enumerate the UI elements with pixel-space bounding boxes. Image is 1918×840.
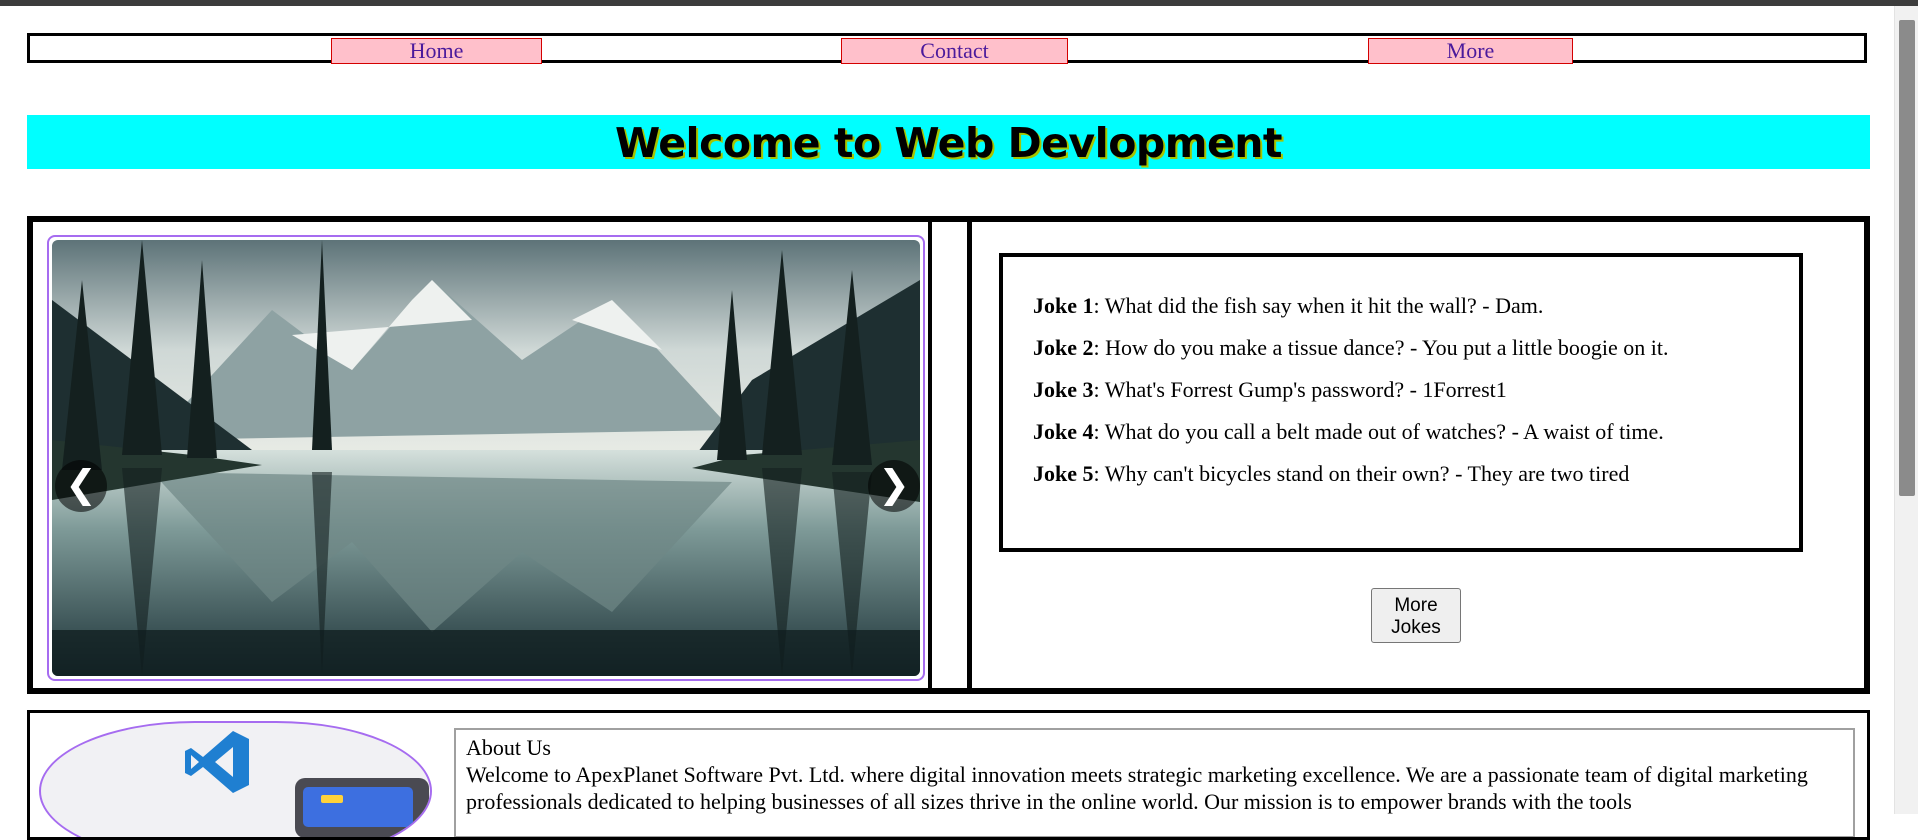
joke-label: Joke 4 (1033, 419, 1094, 444)
carousel-panel: ❮ ❯ (33, 222, 932, 688)
joke-text: : What's Forrest Gump's password? - 1For… (1093, 377, 1507, 402)
joke-text: : What did the fish say when it hit the … (1093, 293, 1544, 318)
page-title: Welcome to Web Devlopment (614, 119, 1283, 167)
joke-item: Joke 4: What do you call a belt made out… (1033, 411, 1799, 453)
about-section: About Us Welcome to ApexPlanet Software … (27, 710, 1870, 840)
joke-label: Joke 5 (1033, 461, 1094, 486)
more-jokes-line1: More (1394, 595, 1438, 616)
joke-label: Joke 3 (1033, 377, 1094, 402)
about-box: About Us Welcome to ApexPlanet Software … (454, 728, 1855, 837)
welcome-banner: Welcome to Web Devlopment (27, 115, 1870, 169)
joke-item: Joke 5: Why can't bicycles stand on thei… (1033, 453, 1799, 495)
carousel-prev-button[interactable]: ❮ (55, 460, 107, 512)
carousel-next-button[interactable]: ❯ (868, 460, 920, 512)
panel-divider (932, 222, 972, 688)
joke-label: Joke 2 (1033, 335, 1094, 360)
main-section: ❮ ❯ Joke 1: What did the fish say when i… (27, 216, 1870, 694)
scrollbar-thumb[interactable] (1899, 20, 1915, 496)
carousel-image (52, 240, 920, 676)
carousel-frame (47, 235, 925, 681)
joke-item: Joke 1: What did the fish say when it hi… (1033, 285, 1799, 327)
browser-top-strip (0, 0, 1918, 6)
joke-label: Joke 1 (1033, 293, 1094, 318)
joke-item: Joke 3: What's Forrest Gump's password? … (1033, 369, 1799, 411)
more-jokes-line2: Jokes (1391, 617, 1441, 638)
about-text: Welcome to ApexPlanet Software Pvt. Ltd.… (466, 762, 1808, 814)
joke-text: : What do you call a belt made out of wa… (1093, 419, 1664, 444)
joke-text: : How do you make a tissue dance? - You … (1093, 335, 1669, 360)
navbar: Home Contact More (27, 33, 1867, 64)
vscode-icon (185, 731, 249, 793)
nav-link-contact[interactable]: Contact (841, 38, 1068, 64)
nav-link-home[interactable]: Home (331, 38, 542, 64)
logo-panel (39, 721, 432, 837)
device-illustration (295, 778, 429, 837)
jokes-box: Joke 1: What did the fish say when it hi… (999, 253, 1803, 552)
joke-text: : Why can't bicycles stand on their own?… (1093, 461, 1630, 486)
more-jokes-button[interactable]: More Jokes (1371, 588, 1461, 643)
nav-link-more[interactable]: More (1368, 38, 1573, 64)
about-title: About Us (466, 735, 551, 760)
joke-item: Joke 2: How do you make a tissue dance? … (1033, 327, 1799, 369)
scrollbar[interactable] (1894, 6, 1918, 814)
